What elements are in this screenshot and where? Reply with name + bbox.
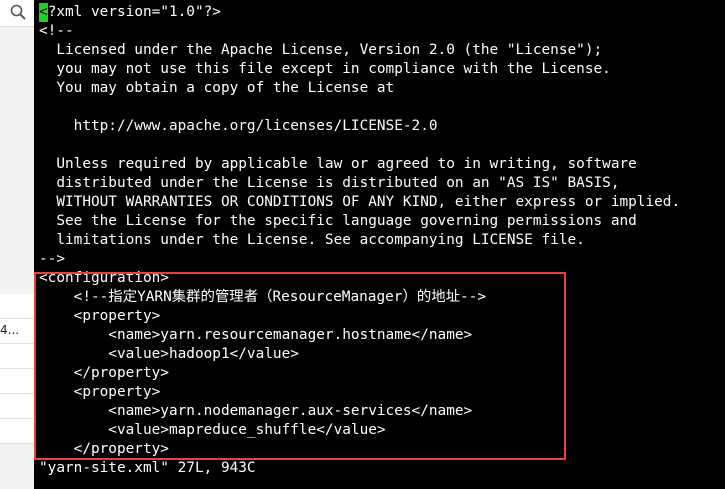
left-list-item[interactable]: [0, 394, 34, 419]
search-icon[interactable]: [9, 3, 27, 21]
left-panel: 4...: [0, 0, 35, 489]
editor-line: limitations under the License. See accom…: [39, 232, 585, 248]
editor-line: you may not use this file except in comp…: [39, 61, 611, 77]
editor-line: See the License for the specific languag…: [39, 213, 637, 229]
editor-line: Licensed under the Apache License, Versi…: [39, 42, 603, 58]
status-line: "yarn-site.xml" 27L, 943C: [39, 460, 256, 476]
search-box[interactable]: [0, 0, 34, 27]
vim-editor[interactable]: <?xml version="1.0"?> <!-- Licensed unde…: [34, 0, 725, 489]
editor-line: WITHOUT WARRANTIES OR CONDITIONS OF ANY …: [39, 194, 681, 210]
left-list-item[interactable]: [0, 419, 34, 444]
highlight-annotation: [34, 272, 566, 460]
text-cursor: <: [39, 3, 48, 22]
left-list-item[interactable]: [0, 369, 34, 394]
editor-line: <?xml version="1.0"?>: [39, 3, 221, 22]
left-list-item[interactable]: 4...: [0, 319, 34, 344]
editor-line: Unless required by applicable law or agr…: [39, 156, 637, 172]
left-list-item[interactable]: [0, 344, 34, 369]
editor-line: -->: [39, 251, 65, 267]
editor-line: http://www.apache.org/licenses/LICENSE-2…: [39, 118, 438, 134]
left-list-item[interactable]: [0, 294, 34, 319]
editor-line: <!--: [39, 23, 74, 39]
editor-line: distributed under the License is distrib…: [39, 175, 620, 191]
editor-line: You may obtain a copy of the License at: [39, 80, 395, 96]
